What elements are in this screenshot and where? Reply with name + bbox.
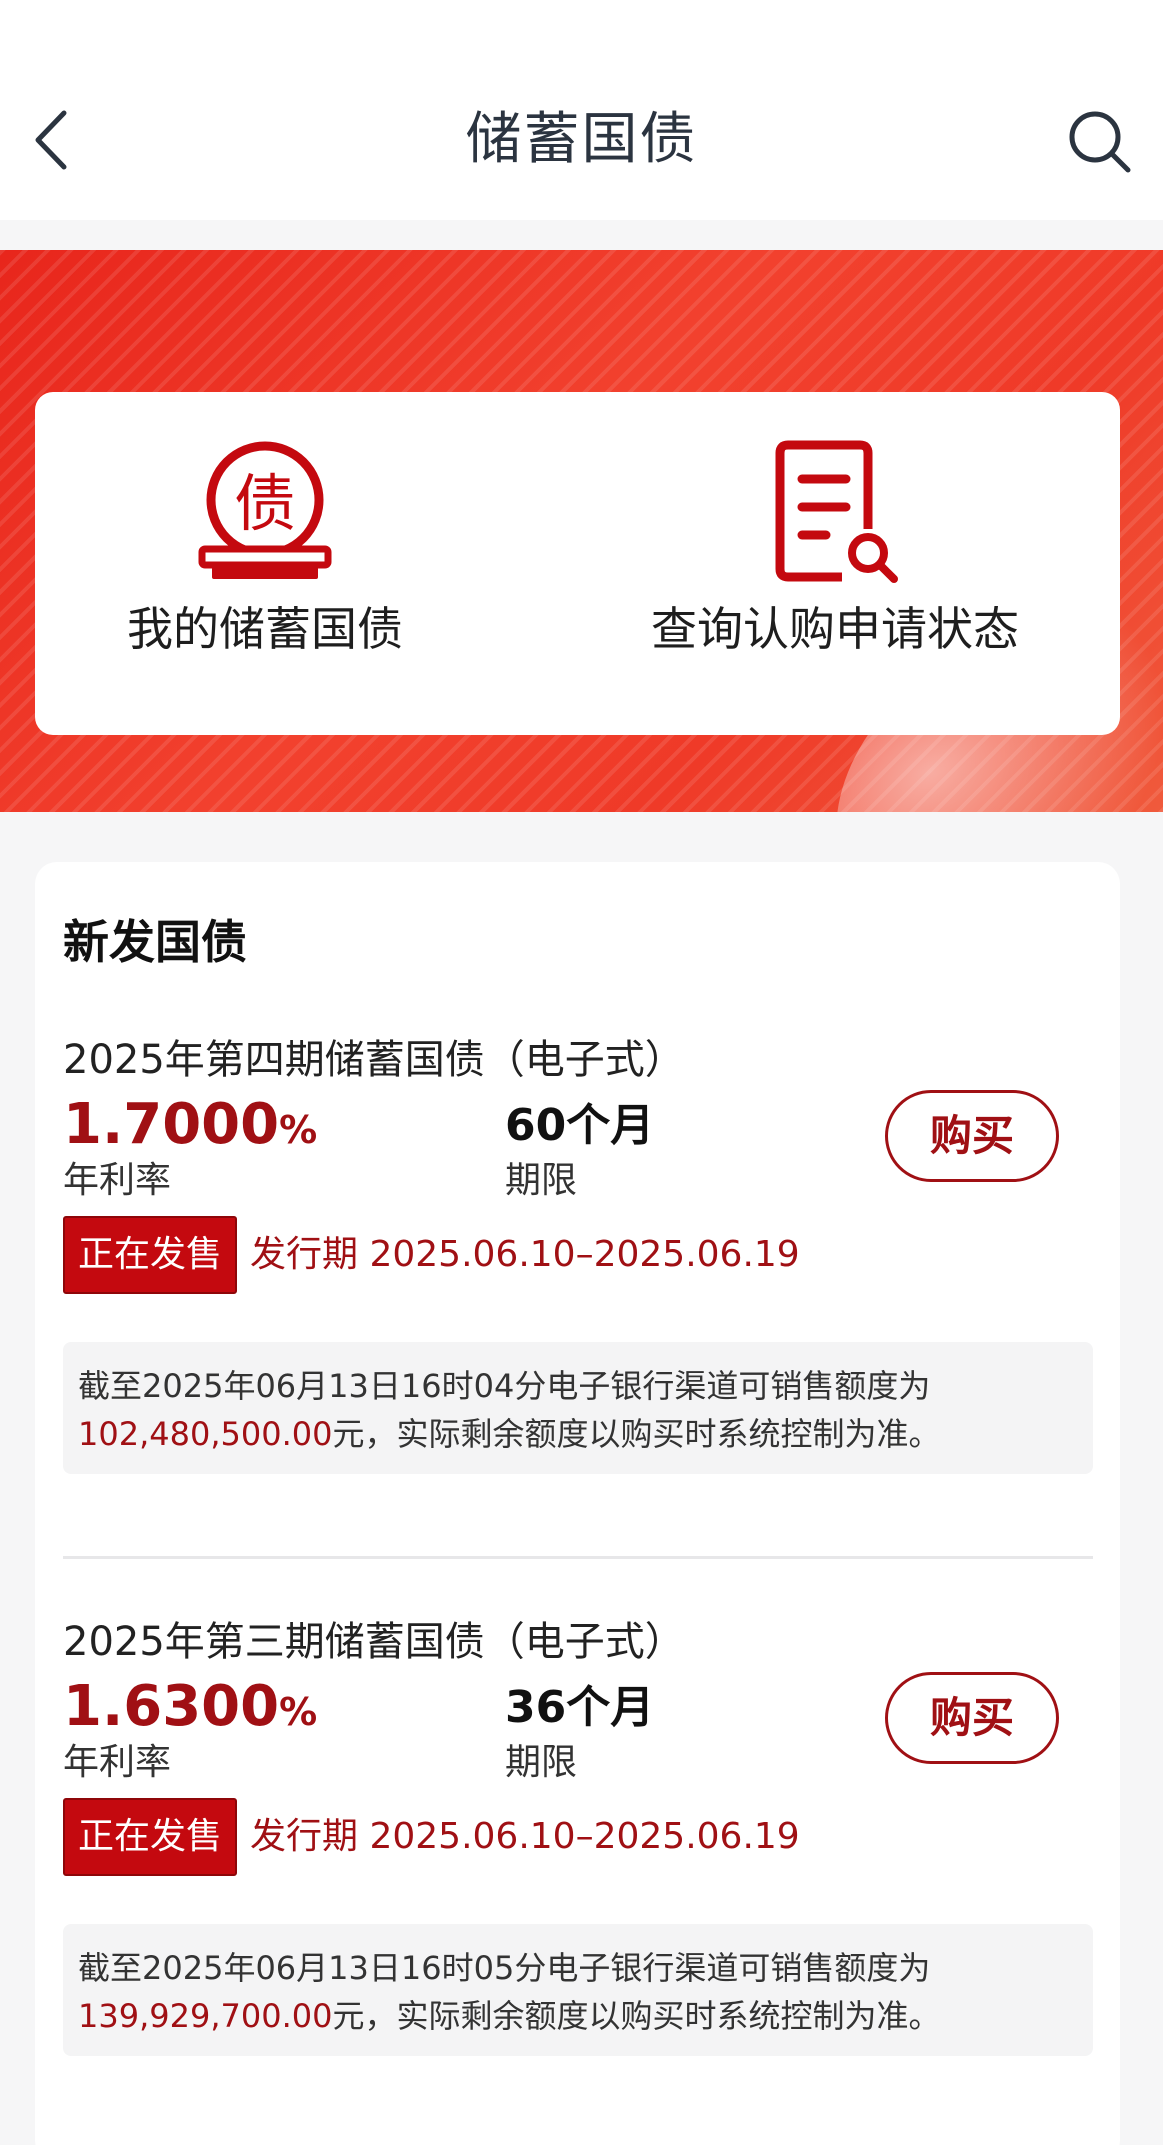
- divider: [63, 1556, 1093, 1559]
- query-status-label: 查询认购申请状态: [651, 602, 1019, 656]
- rate-value: 1.7000: [63, 1092, 280, 1157]
- issue-period: 发行期 2025.06.10–2025.06.19: [250, 1804, 800, 1870]
- notice-suffix: 元，实际剩余额度以购买时系统控制为准。: [332, 1997, 941, 2035]
- rate-value: 1.6300: [63, 1674, 280, 1739]
- section-title: 新发国债: [63, 915, 247, 969]
- new-bonds-section: 新发国债 2025年第四期储蓄国债（电子式） 1.7000% 年利率 60个月 …: [35, 862, 1120, 2145]
- rate-unit: %: [279, 1108, 318, 1152]
- notice-suffix: 元，实际剩余额度以购买时系统控制为准。: [332, 1415, 941, 1453]
- bond-item: 2025年第四期储蓄国债（电子式） 1.7000% 年利率 60个月 期限 购买…: [35, 1032, 1120, 1492]
- rate-unit: %: [279, 1690, 318, 1734]
- query-status-shortcut[interactable]: 查询认购申请状态: [615, 392, 1055, 735]
- notice-prefix: 截至2025年06月13日16时04分电子银行渠道可销售额度为: [78, 1367, 931, 1405]
- term-label: 期限: [505, 1160, 578, 1201]
- issue-period-value: 2025.06.10–2025.06.19: [369, 1234, 800, 1275]
- document-search-icon: [775, 440, 898, 583]
- quota-notice: 截至2025年06月13日16时04分电子银行渠道可销售额度为 102,480,5…: [63, 1342, 1093, 1474]
- notice-prefix: 截至2025年06月13日16时05分电子银行渠道可销售额度为: [78, 1949, 931, 1987]
- notice-amount: 139,929,700.00: [78, 1997, 333, 2035]
- quota-notice: 截至2025年06月13日16时05分电子银行渠道可销售额度为 139,929,7…: [63, 1924, 1093, 2056]
- shortcut-card: 债 我的储蓄国债 查询认购申请状态: [35, 392, 1120, 735]
- svg-text:债: 债: [234, 467, 296, 540]
- search-button[interactable]: [1066, 108, 1132, 174]
- issue-period-label: 发行期: [250, 1816, 359, 1857]
- bond-name: 2025年第三期储蓄国债（电子式）: [63, 1619, 685, 1665]
- buy-button[interactable]: 购买: [885, 1090, 1059, 1182]
- search-icon: [1069, 111, 1131, 173]
- term-value: 36个月: [505, 1682, 655, 1733]
- rate-label: 年利率: [63, 1160, 172, 1201]
- page-title: 储蓄国债: [465, 107, 698, 172]
- issue-period: 发行期 2025.06.10–2025.06.19: [250, 1222, 800, 1288]
- rate-label: 年利率: [63, 1742, 172, 1783]
- bond-name: 2025年第四期储蓄国债（电子式）: [63, 1037, 685, 1083]
- my-bonds-shortcut[interactable]: 债 我的储蓄国债: [115, 392, 415, 735]
- bond-coin-icon: 债: [198, 441, 332, 579]
- term-value: 60个月: [505, 1100, 655, 1151]
- status-badge: 正在发售: [63, 1798, 237, 1876]
- my-bonds-label: 我的储蓄国债: [127, 602, 403, 656]
- notice-amount: 102,480,500.00: [78, 1415, 333, 1453]
- buy-button[interactable]: 购买: [885, 1672, 1059, 1764]
- bond-item: 2025年第三期储蓄国债（电子式） 1.6300% 年利率 36个月 期限 购买…: [35, 1614, 1120, 2074]
- status-badge: 正在发售: [63, 1216, 237, 1294]
- issue-period-label: 发行期: [250, 1234, 359, 1275]
- top-nav-bar: 储蓄国债: [0, 0, 1163, 220]
- issue-period-value: 2025.06.10–2025.06.19: [369, 1816, 800, 1857]
- term-label: 期限: [505, 1742, 578, 1783]
